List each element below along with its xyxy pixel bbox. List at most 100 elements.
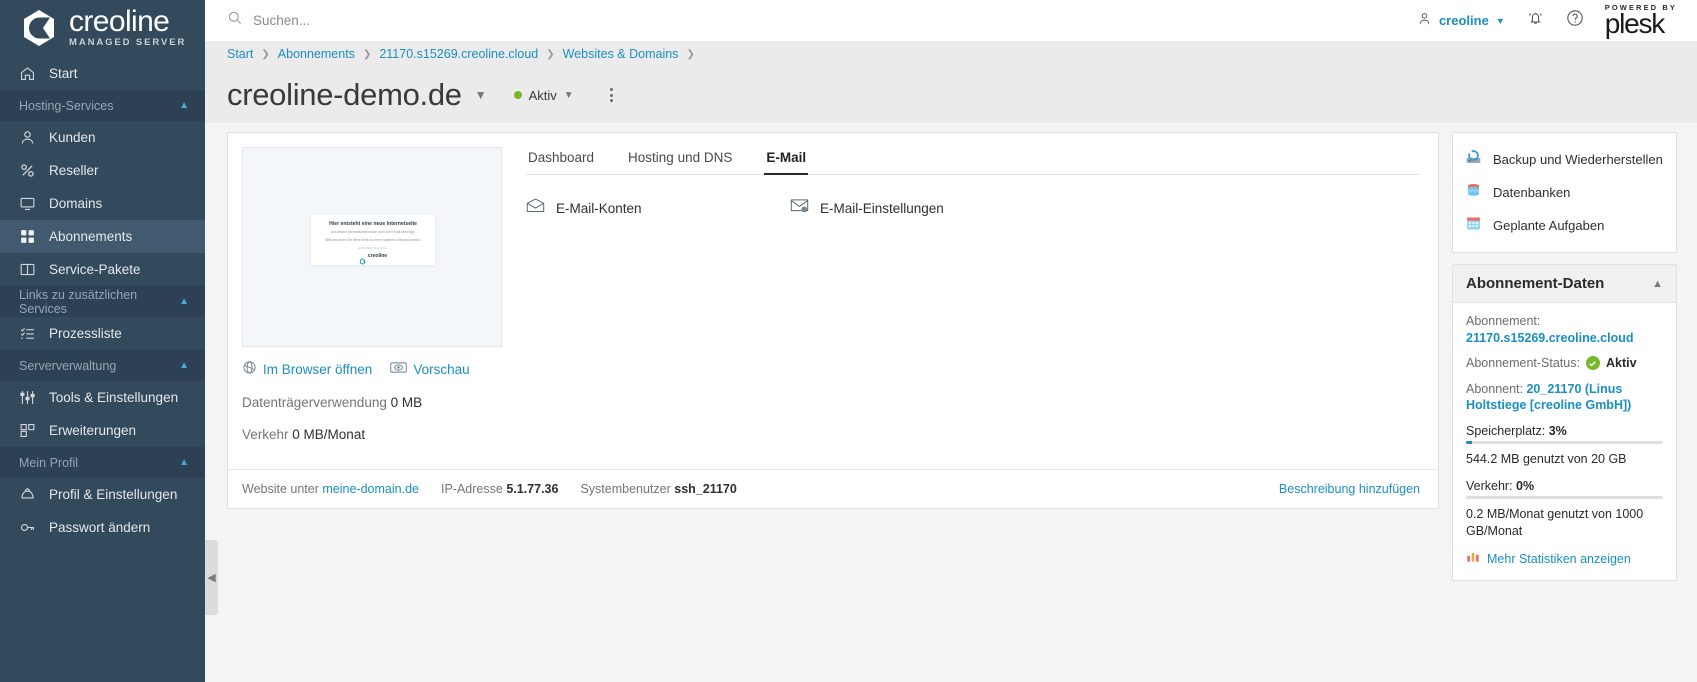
sidebar-item-label: Passwort ändern (49, 520, 151, 535)
website-actions: Im Browser öffnen Vorschau (242, 360, 504, 378)
email-accounts-label: E-Mail-Konten (556, 200, 642, 216)
sidebar-item-start[interactable]: Start (0, 56, 205, 90)
system-user-value: ssh_21170 (674, 482, 737, 496)
website-thumbnail[interactable]: Hier entsteht eine neue Internetseite Au… (242, 147, 502, 347)
content-area: Hier entsteht eine neue Internetseite Au… (205, 123, 1697, 682)
sidebar-item-profil-einstellungen[interactable]: Profil & Einstellungen (0, 478, 205, 511)
databases-link[interactable]: Datenbanken (1465, 176, 1676, 209)
sidebar-group-mein-profil[interactable]: Mein Profil ▲ (0, 447, 205, 478)
chevron-up-icon: ▲ (1652, 277, 1663, 290)
tab-dashboard[interactable]: Dashboard (526, 147, 596, 174)
search-input[interactable] (253, 13, 553, 28)
user-name: creoline (1438, 13, 1489, 28)
user-menu[interactable]: creoline ▼ (1417, 11, 1505, 31)
brand-tagline: MANAGED SERVER (69, 37, 187, 48)
dot (609, 93, 613, 97)
sidebar-item-label: Tools & Einstellungen (49, 390, 179, 405)
website-under-label: Website unter (242, 482, 319, 496)
breadcrumb-item-abonnements[interactable]: Abonnements (278, 47, 355, 61)
sidebar-collapse-handle[interactable]: ◀ (205, 540, 218, 615)
open-in-browser-label: Im Browser öffnen (263, 361, 373, 377)
calendar-icon (1465, 215, 1482, 237)
open-in-browser-link[interactable]: Im Browser öffnen (242, 360, 372, 378)
traffic-note: 0.2 MB/Monat genutzt von 1000 GB/Monat (1466, 507, 1644, 538)
sidebar-group-zusaetzliche-services[interactable]: Links zu zusätzlichen Services ▲ (0, 286, 205, 317)
email-accounts-link[interactable]: E-Mail-Konten (526, 198, 790, 218)
monitor-icon (19, 195, 36, 212)
page-title-dropdown[interactable]: ▼ (475, 88, 487, 102)
thumbnail-paragraph-2: Bitte besuchen Sie diese Seite zu einem … (325, 237, 421, 242)
chevron-down-icon: ▼ (563, 89, 574, 101)
topbar: creoline ▼ (205, 0, 1697, 41)
sidebar-group-label: Hosting-Services (19, 98, 114, 113)
sidebar-item-kunden[interactable]: Kunden (0, 121, 205, 154)
disk-space-label: Speicherplatz: (1466, 423, 1546, 438)
sidebar-item-prozessliste[interactable]: Prozessliste (0, 317, 205, 350)
chevron-right-icon: ❯ (261, 48, 270, 60)
traffic-meter (1466, 496, 1663, 499)
status-label: Aktiv (528, 87, 557, 103)
database-icon (1465, 182, 1482, 204)
sidebar-item-tools-einstellungen[interactable]: Tools & Einstellungen (0, 381, 205, 414)
subscriber-label: Abonnent: (1466, 381, 1523, 396)
backup-icon (1465, 149, 1482, 171)
brand-logo[interactable]: creoline MANAGED SERVER (0, 0, 205, 56)
backup-restore-link[interactable]: Backup und Wiederherstellen (1465, 143, 1676, 176)
website-under-info: Website unter meine-domain.de (242, 482, 419, 496)
sliders-icon (19, 389, 36, 406)
list-check-icon (19, 325, 36, 342)
disk-usage-stat: Datenträgerverwendung 0 MB (242, 395, 504, 410)
email-settings-link[interactable]: E-Mail-Einstellungen (790, 198, 1054, 218)
creoline-hexagon-logo-icon (19, 8, 59, 48)
scheduled-tasks-link[interactable]: Geplante Aufgaben (1465, 209, 1676, 242)
preview-link[interactable]: Vorschau (390, 361, 470, 377)
system-user-label: Systembenutzer (580, 482, 671, 496)
sidebar-group-hosting-services[interactable]: Hosting-Services ▲ (0, 90, 205, 121)
more-statistics-link[interactable]: Mehr Statistiken anzeigen (1466, 549, 1663, 568)
breadcrumb-item-websites-domains[interactable]: Websites & Domains (563, 47, 679, 61)
search-box[interactable] (227, 10, 1417, 31)
sidebar-item-reseller[interactable]: Reseller (0, 154, 205, 187)
traffic-label: Verkehr: (1466, 478, 1513, 493)
tab-hosting-und-dns[interactable]: Hosting und DNS (626, 147, 734, 174)
bell-icon (1526, 9, 1545, 32)
sidebar-item-label: Start (49, 65, 78, 81)
ip-address-info: IP-Adresse 5.1.77.36 (441, 482, 558, 496)
sidebar-item-label: Profil & Einstellungen (49, 487, 178, 502)
website-under-value[interactable]: meine-domain.de (322, 482, 419, 496)
add-description-link[interactable]: Beschreibung hinzufügen (1279, 482, 1420, 496)
tab-e-mail[interactable]: E-Mail (764, 147, 808, 175)
sidebar-group-label: Links zu zusätzlichen Services (19, 287, 138, 316)
chevron-up-icon: ▲ (179, 100, 189, 111)
breadcrumb-item-start[interactable]: Start (227, 47, 253, 61)
system-user-info: Systembenutzer ssh_21170 (580, 482, 736, 496)
thumbnail-brand: creoline (359, 252, 388, 265)
help-button[interactable] (1566, 9, 1584, 32)
subscription-data-header[interactable]: Abonnement-Daten ▲ (1453, 265, 1676, 303)
thumbnail-brand-name: creoline (367, 252, 388, 259)
sidebar-item-abonnements[interactable]: Abonnements (0, 220, 205, 253)
preview-label: Vorschau (413, 361, 470, 377)
more-actions-button[interactable] (606, 84, 617, 106)
check-circle-icon (1585, 356, 1600, 371)
sidebar-item-domains[interactable]: Domains (0, 187, 205, 220)
email-tools: E-Mail-Konten E-Mail-Einstellungen (526, 198, 1420, 218)
subscription-value[interactable]: 21170.s15269.creoline.cloud (1466, 331, 1633, 345)
disk-space-meter-fill (1466, 441, 1472, 444)
subscription-data-title: Abonnement-Daten (1466, 275, 1605, 292)
sidebar-group-serververwaltung[interactable]: Serververwaltung ▲ (0, 350, 205, 381)
notifications-button[interactable] (1526, 9, 1545, 32)
sidebar-item-erweiterungen[interactable]: Erweiterungen (0, 414, 205, 447)
plesk-wordmark: plesk (1604, 8, 1666, 40)
subscription-row: Abonnement: 21170.s15269.creoline.cloud (1466, 313, 1663, 346)
email-settings-label: E-Mail-Einstellungen (820, 200, 944, 216)
plesk-app: creoline MANAGED SERVER Start Hosting-Se… (0, 0, 1697, 682)
plesk-logo: POWERED BY plesk (1605, 4, 1677, 38)
sidebar-item-label: Erweiterungen (49, 423, 137, 438)
sidebar-item-service-pakete[interactable]: Service-Pakete (0, 253, 205, 286)
breadcrumb-item-subscription[interactable]: 21170.s15269.creoline.cloud (379, 47, 538, 61)
chevron-right-icon: ❯ (362, 48, 372, 60)
status-badge[interactable]: Aktiv ▼ (513, 87, 574, 103)
profile-icon (19, 486, 36, 503)
sidebar-item-passwort-aendern[interactable]: Passwort ändern (0, 511, 205, 544)
